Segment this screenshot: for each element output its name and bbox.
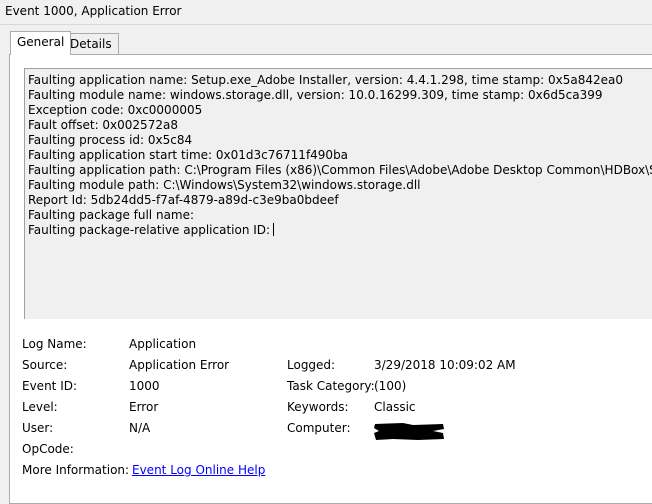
window-title: Event 1000, Application Error [5, 4, 182, 18]
event-log-online-help-link[interactable]: Event Log Online Help [132, 463, 265, 478]
opcode-label: OpCode: [22, 442, 74, 456]
description-line: Fault offset: 0x002572a8 [28, 118, 178, 132]
level-label: Level: [22, 400, 58, 414]
description-line: Faulting application start time: 0x01d3c… [28, 148, 349, 162]
description-line: Faulting application name: Setup.exe_Ado… [28, 73, 624, 87]
text-caret [273, 223, 275, 236]
description-line-last: Faulting package-relative application ID… [28, 223, 275, 238]
logged-label: Logged: [287, 358, 336, 372]
description-line: Faulting process id: 0x5c84 [28, 133, 193, 147]
user-label: User: [22, 421, 54, 435]
tab-details[interactable]: Details [63, 33, 119, 54]
description-line: Faulting module name: windows.storage.dl… [28, 88, 603, 102]
event-id-label: Event ID: [22, 379, 78, 393]
event-id-value: 1000 [129, 379, 160, 393]
tab-general[interactable]: General [10, 31, 72, 55]
user-value: N/A [129, 421, 151, 435]
description-line: Faulting package full name: [28, 208, 195, 222]
description-line: Faulting application path: C:\Program Fi… [28, 163, 652, 177]
description-line-text: Faulting package-relative application ID… [28, 223, 271, 237]
log-name-value: Application [129, 337, 197, 351]
redacted-computer-name [374, 423, 444, 440]
task-category-value: (100) [374, 379, 407, 393]
log-name-label: Log Name: [22, 337, 87, 351]
keywords-label: Keywords: [287, 400, 349, 414]
computer-label: Computer: [287, 421, 351, 435]
title-bar: Event 1000, Application Error [0, 0, 652, 25]
task-category-label: Task Category: [287, 379, 375, 393]
description-line: Faulting module path: C:\Windows\System3… [28, 178, 421, 192]
event-description-textbox[interactable]: Faulting application name: Setup.exe_Ado… [24, 68, 652, 319]
more-information-label: More Information: [22, 463, 130, 477]
source-value: Application Error [129, 358, 230, 372]
keywords-value: Classic [374, 400, 416, 414]
logged-value: 3/29/2018 10:09:02 AM [374, 358, 516, 372]
description-line: Exception code: 0xc0000005 [28, 103, 203, 117]
description-line: Report Id: 5db24dd5-f7af-4879-a89d-c3e9b… [28, 193, 339, 207]
source-label: Source: [22, 358, 68, 372]
level-value: Error [129, 400, 159, 414]
